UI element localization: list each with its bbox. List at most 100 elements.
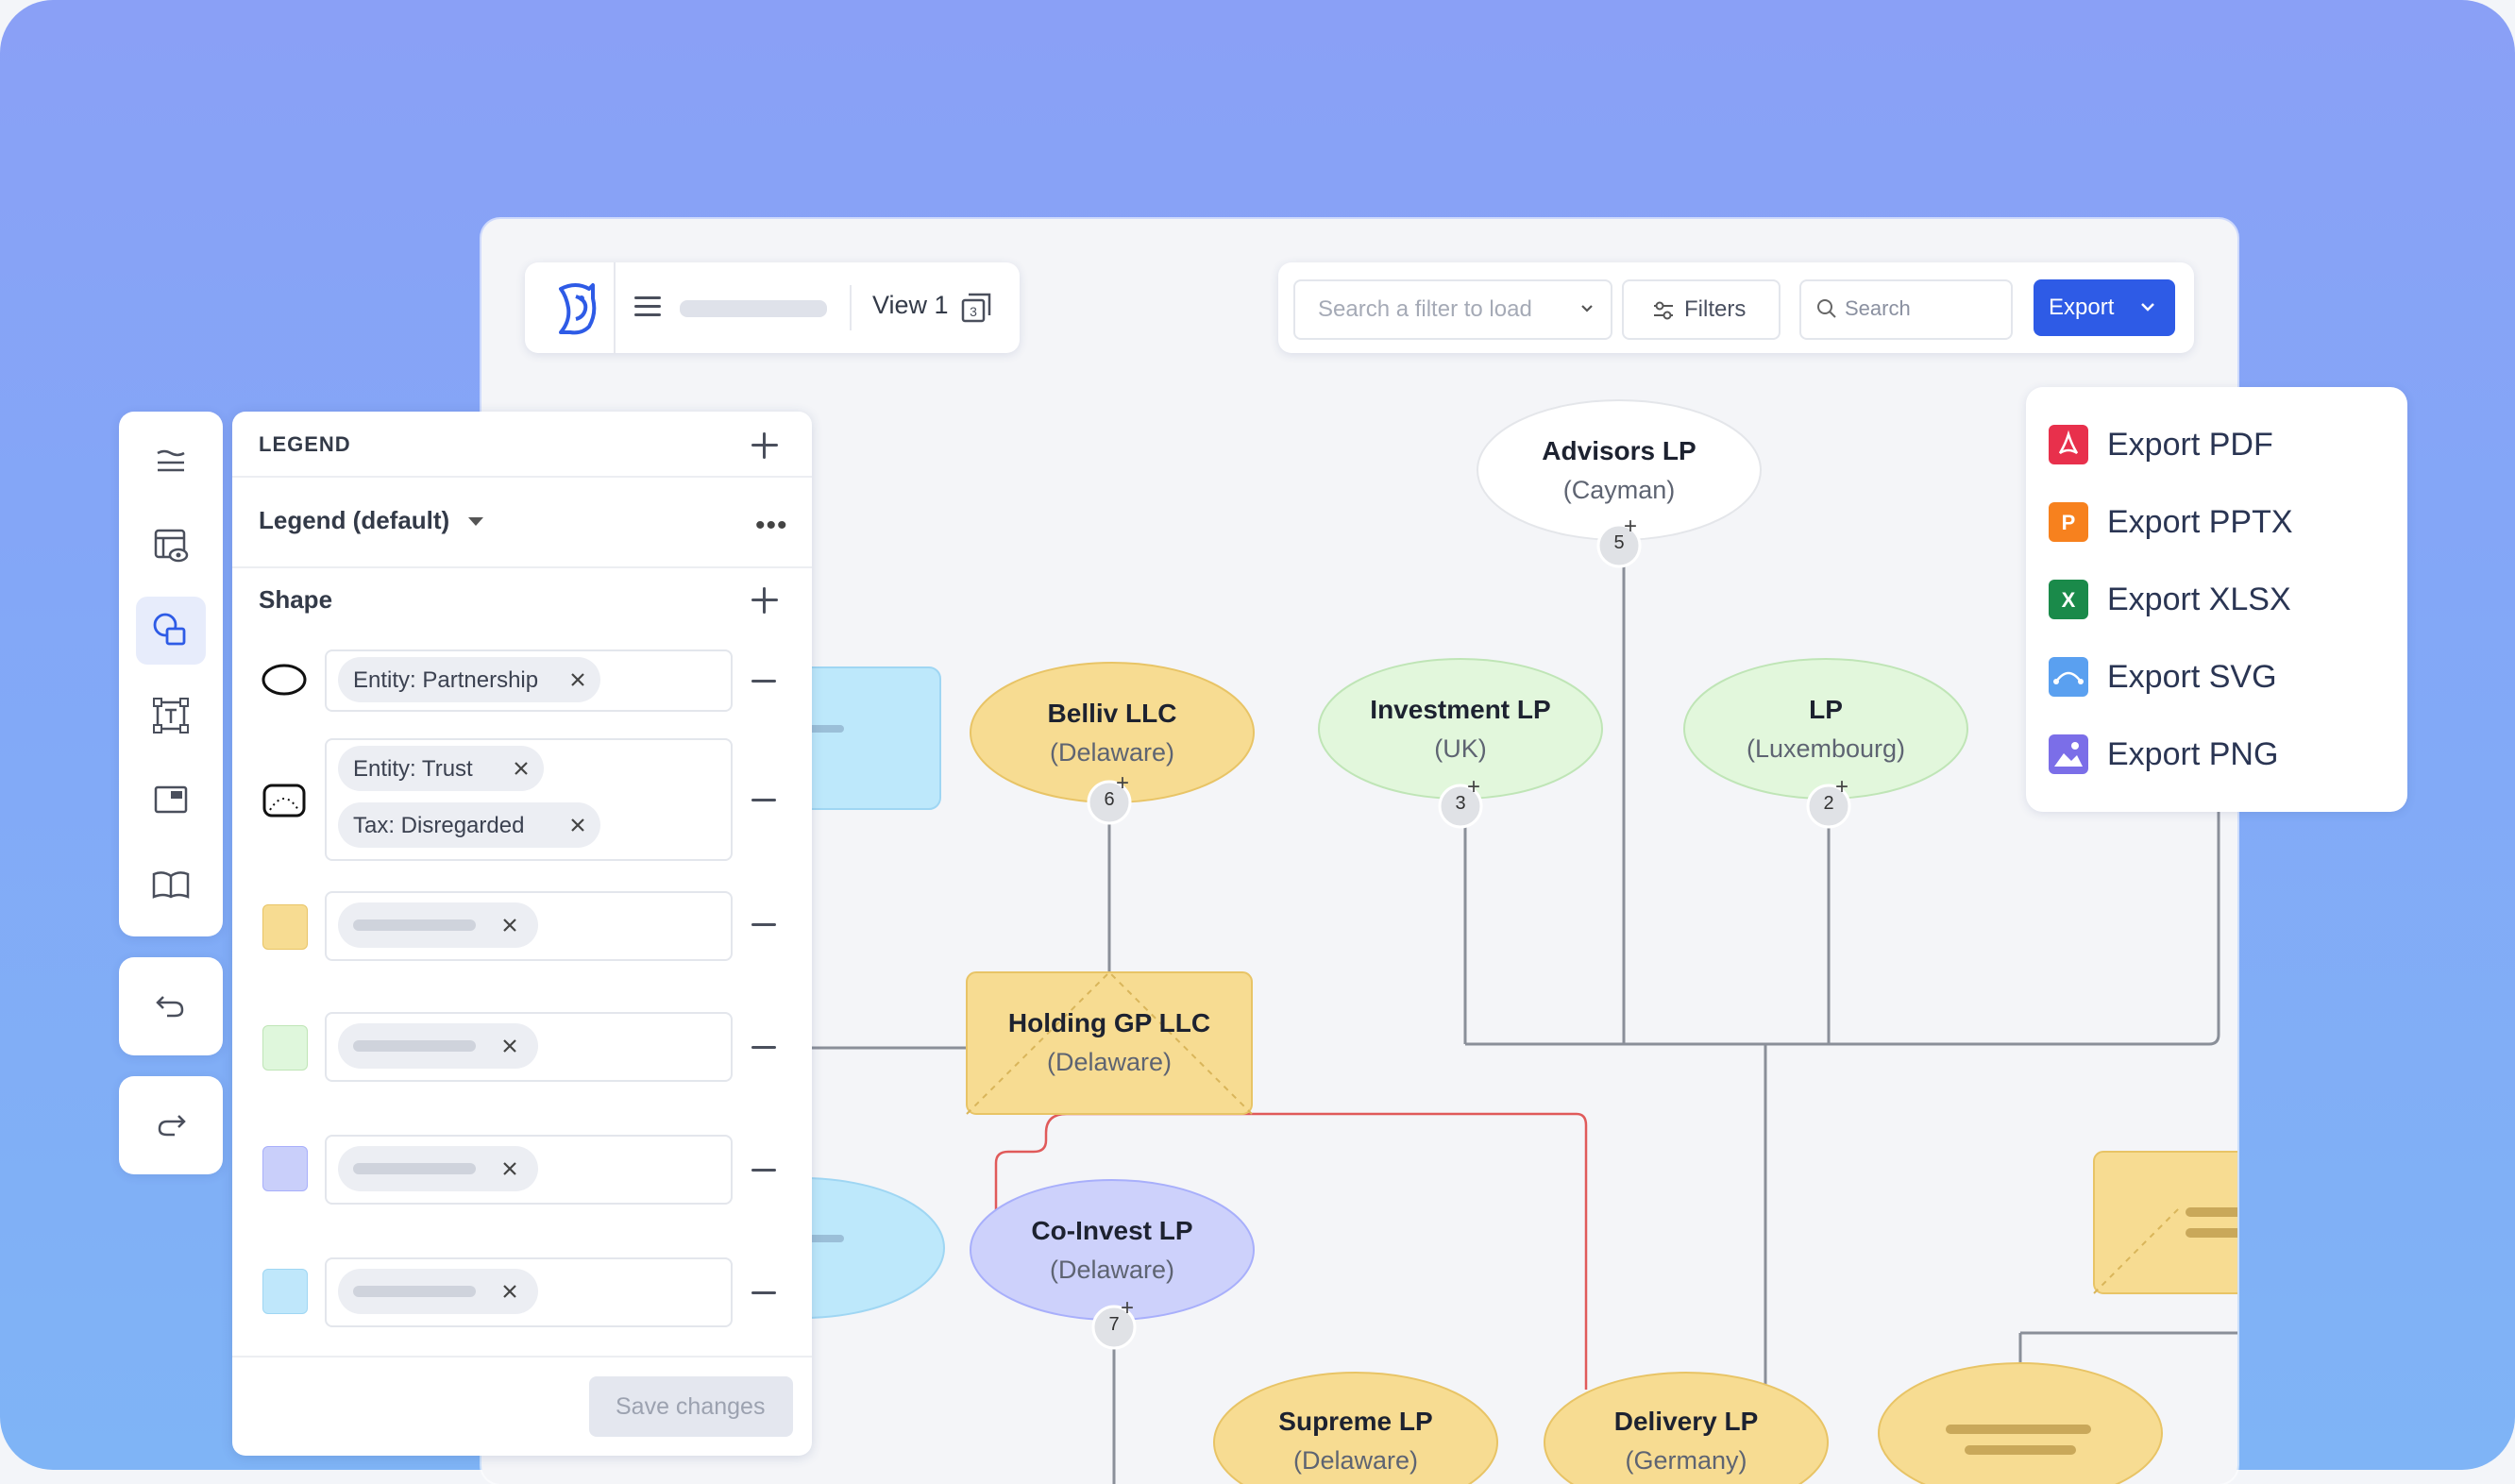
rule-conditions[interactable] [325,1135,733,1205]
layers-icon[interactable] [150,440,192,481]
menu-item-label: Export PDF [2107,427,2273,463]
rule-conditions[interactable] [325,1012,733,1082]
caret-down-icon[interactable] [468,517,483,526]
divider [232,476,812,478]
redacted-label [353,1163,476,1174]
export-pdf-item[interactable]: Export PDF [2049,415,2388,472]
remove-rule-icon[interactable] [751,799,776,801]
menu-item-label: Export XLSX [2107,582,2291,617]
yellow-color-swatch[interactable] [262,904,308,950]
condition-chip[interactable] [338,902,538,948]
chip-label: Entity: Trust [353,756,473,782]
remove-rule-icon[interactable] [751,1046,776,1049]
remove-rule-icon[interactable] [751,1291,776,1294]
export-png-item[interactable]: Export PNG [2049,725,2388,782]
expand-plus-icon[interactable]: + [1467,774,1480,801]
book-icon[interactable] [150,865,192,906]
search-icon [1817,299,1836,318]
condition-chip[interactable] [338,1146,538,1191]
menu-item-label: Export PPTX [2107,504,2293,540]
owl-logo-icon [559,283,597,335]
rule-conditions[interactable]: Entity: Partnership [325,649,733,712]
add-legend-icon[interactable] [751,432,778,459]
table-view-icon[interactable] [150,525,192,566]
node-subtitle: (Delaware) [1292,1446,1419,1475]
node-title: Holding GP LLC [1007,1008,1211,1037]
shape-section-header: Shape [259,585,333,614]
menu-item-label: Export PNG [2107,736,2279,772]
remove-icon[interactable] [500,1282,519,1301]
redo-icon[interactable] [150,1105,192,1146]
export-label: Export [2049,295,2115,320]
remove-icon[interactable] [568,816,587,835]
expand-plus-icon[interactable]: + [1116,770,1129,797]
remove-icon[interactable] [500,1037,519,1055]
shapes-icon[interactable] [150,610,192,651]
node-title: Belliv LLC [1047,699,1177,728]
remove-icon[interactable] [500,1159,519,1178]
more-options-icon[interactable]: ••• [755,510,788,542]
condition-chip[interactable]: Entity: Trust [338,746,544,791]
sliders-icon [1654,301,1673,320]
text-frame-icon[interactable] [150,695,192,736]
rule-conditions[interactable] [325,1257,733,1327]
export-xlsx-item[interactable]: X Export XLSX [2049,570,2388,627]
xlsx-icon: X [2049,580,2088,619]
add-shape-rule-icon[interactable] [751,587,778,614]
green-color-swatch[interactable] [262,1025,308,1071]
redacted-label [353,1286,476,1297]
filter-select[interactable]: Search a filter to load [1293,279,1612,340]
redacted-label [353,1040,476,1052]
node-title: LP [1809,695,1843,724]
node-subtitle: (Delaware) [1049,1256,1175,1284]
search-input[interactable]: Search [1799,279,2013,340]
condition-chip[interactable] [338,1023,538,1069]
legend-panel: LEGEND Legend (default) ••• Shape Entity… [232,412,812,1456]
expand-plus-icon[interactable]: + [1835,774,1848,801]
redo-card [119,1076,223,1174]
node-subtitle: (Germany) [1625,1446,1747,1475]
pptx-icon: P [2049,502,2088,542]
remove-icon[interactable] [512,759,531,778]
expand-plus-icon[interactable]: + [1121,1295,1134,1322]
export-svg-item[interactable]: Export SVG [2049,648,2388,704]
condition-chip[interactable] [338,1269,538,1314]
remove-rule-icon[interactable] [751,923,776,926]
rule-conditions[interactable]: Entity: Trust Tax: Disregarded [325,738,733,861]
document-toolbar: View 1 3 [525,262,1020,353]
remove-rule-icon[interactable] [751,1169,776,1172]
node-subtitle: (Delaware) [1046,1048,1173,1076]
export-button[interactable]: Export [2034,279,2175,336]
condition-chip[interactable]: Entity: Partnership [338,657,600,702]
node-subtitle: (Delaware) [1049,738,1175,767]
window-icon[interactable] [150,780,192,821]
condition-chip[interactable]: Tax: Disregarded [338,802,600,848]
undo-icon[interactable] [150,986,192,1027]
filters-label: Filters [1684,296,1747,322]
rule-conditions[interactable] [325,891,733,961]
filter-placeholder: Search a filter to load [1318,296,1532,322]
node-subtitle: (Luxembourg) [1746,734,1906,763]
node-investment-lp [1318,658,1603,800]
remove-icon[interactable] [568,670,587,689]
node-title: Delivery LP [1613,1407,1759,1436]
menu-icon[interactable] [634,296,661,319]
svg-text:3: 3 [970,304,977,319]
chip-label: Entity: Partnership [353,667,539,693]
filters-button[interactable]: Filters [1622,279,1781,340]
divider [232,1356,812,1358]
document-name-placeholder [680,300,827,317]
node-title: Investment LP [1370,695,1551,724]
legend-selector[interactable]: Legend (default) [259,506,449,535]
view-label[interactable]: View 1 [872,291,949,320]
blue-color-swatch[interactable] [262,1269,308,1314]
node-subtitle: (UK) [1434,734,1487,763]
purple-color-swatch[interactable] [262,1146,308,1191]
save-changes-button[interactable]: Save changes [589,1376,793,1437]
views-count-icon[interactable]: 3 [961,293,991,323]
node-subtitle: (Cayman) [1562,476,1676,504]
remove-icon[interactable] [500,916,519,935]
expand-plus-icon[interactable]: + [1624,514,1637,540]
export-pptx-item[interactable]: P Export PPTX [2049,493,2388,549]
remove-rule-icon[interactable] [751,680,776,683]
